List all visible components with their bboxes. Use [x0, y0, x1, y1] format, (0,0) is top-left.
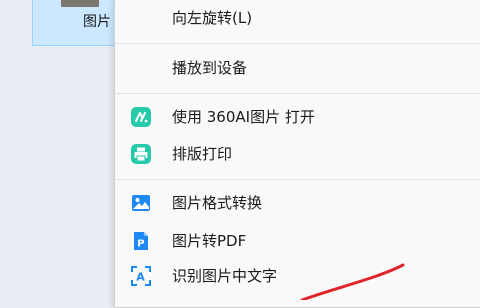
- menu-item-label: 图片格式转换: [172, 194, 263, 212]
- menu-item-label: 图片转PDF: [172, 232, 247, 250]
- svg-text:A: A: [136, 271, 145, 284]
- menu-item-open-with-360ai[interactable]: 使用 360AI图片 打开: [115, 100, 480, 134]
- menu-item-label: 播放到设备: [172, 59, 248, 77]
- menu-item-cast-to-device[interactable]: 播放到设备: [115, 51, 480, 85]
- menu-item-image-format-convert[interactable]: 图片格式转换: [115, 186, 480, 220]
- menu-item-rotate-left[interactable]: 向左旋转(L): [115, 1, 480, 35]
- menu-item-label: 识别图片中文字: [172, 267, 278, 285]
- text-recognition-icon: A: [130, 265, 152, 287]
- 360ai-image-app-icon: [130, 106, 152, 128]
- menu-item-recognize-text[interactable]: A 识别图片中文字: [115, 259, 480, 293]
- menu-item-label: 排版打印: [172, 145, 233, 163]
- menu-item-image-to-pdf[interactable]: P 图片转PDF: [115, 224, 480, 258]
- image-convert-icon: [130, 192, 152, 214]
- menu-separator: [115, 43, 480, 44]
- svg-text:P: P: [137, 239, 144, 250]
- menu-separator: [115, 93, 480, 94]
- printer-icon: [130, 143, 152, 165]
- context-menu: 向左旋转(L) 播放到设备 使用 360AI图片 打开 排版打印 图片格式转换 …: [114, 0, 480, 308]
- file-name-label: 图片: [83, 14, 111, 30]
- menu-item-label: 使用 360AI图片 打开: [172, 108, 315, 126]
- pdf-p-icon: P: [130, 230, 152, 252]
- file-thumbnail: [61, 0, 99, 7]
- menu-item-label: 向左旋转(L): [172, 9, 253, 27]
- menu-item-layout-print[interactable]: 排版打印: [115, 137, 480, 171]
- menu-separator: [115, 179, 480, 180]
